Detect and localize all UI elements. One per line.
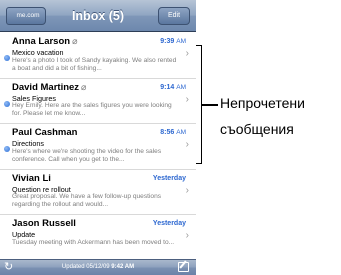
updated-date: 05/12/09 bbox=[86, 264, 110, 270]
message-sender: David Martinez ⌀ bbox=[12, 82, 86, 93]
updated-status: Updated 05/12/09 9:42 AM bbox=[30, 260, 166, 275]
chevron-right-icon: › bbox=[185, 230, 189, 242]
message-list: Anna Larson ⌀ 9:39 AM Mexico vacation Here's… bbox=[0, 33, 196, 261]
refresh-icon[interactable]: ↻ bbox=[4, 260, 13, 275]
time-value: Yesterday bbox=[152, 220, 186, 228]
navigation-bar: me.com Inbox (5) Edit bbox=[0, 0, 196, 32]
message-time: 8:56 AM bbox=[160, 129, 186, 136]
message-time: 9:39 AM bbox=[160, 38, 186, 45]
message-sender: Anna Larson ⌀ bbox=[12, 36, 77, 47]
message-row[interactable]: David Martinez ⌀ 9:14 AM Sales Figures Hey E… bbox=[0, 78, 196, 125]
message-sender: Vivian Li bbox=[12, 173, 51, 184]
sender-name: David Martinez bbox=[12, 81, 80, 93]
message-preview: Great proposal. We have a few follow-up … bbox=[12, 193, 162, 209]
unread-dot-icon bbox=[4, 100, 10, 107]
chevron-right-icon: › bbox=[185, 139, 189, 151]
message-row[interactable]: Anna Larson ⌀ 9:39 AM Mexico vacation Here's… bbox=[0, 33, 196, 79]
time-ampm: AM bbox=[176, 83, 186, 91]
callout-line-2: съобщения bbox=[220, 121, 294, 137]
time-ampm: AM bbox=[176, 129, 186, 137]
sender-name: Jason Russell bbox=[12, 218, 76, 230]
paperclip-icon: ⌀ bbox=[81, 81, 87, 92]
message-row[interactable]: Paul Cashman 8:56 AM Directions Here's wher… bbox=[0, 124, 196, 170]
sender-name: Paul Cashman bbox=[12, 127, 78, 139]
mail-inbox-screen: me.com Inbox (5) Edit Anna Larson ⌀ 9:39 A… bbox=[0, 0, 196, 275]
compose-icon[interactable] bbox=[178, 262, 189, 272]
bracket-pointer-line bbox=[202, 104, 218, 106]
message-sender: Paul Cashman bbox=[12, 127, 77, 138]
message-sender: Jason Russell bbox=[12, 218, 76, 229]
message-preview: Tuesday meeting with Ackermann has been … bbox=[12, 238, 175, 246]
message-preview: Here's where we're shooting the video fo… bbox=[12, 147, 162, 163]
callout-line-1: Непрочетени bbox=[220, 95, 305, 111]
edit-button[interactable]: Edit bbox=[158, 7, 190, 25]
time-ampm: AM bbox=[176, 38, 186, 45]
message-row[interactable]: Jason Russell Yesterday Update Tuesday meet… bbox=[0, 215, 196, 261]
time-value: 9:14 bbox=[160, 83, 175, 91]
page-title: Inbox (5) bbox=[71, 9, 125, 23]
sender-name: Vivian Li bbox=[12, 172, 51, 184]
updated-label: Updated bbox=[61, 264, 85, 270]
message-preview: Here's a photo I took of Sandy kayaking.… bbox=[12, 56, 177, 72]
message-time: Yesterday bbox=[153, 220, 186, 227]
time-value: Yesterday bbox=[152, 174, 186, 182]
time-value: 8:56 bbox=[160, 129, 175, 137]
chevron-right-icon: › bbox=[185, 48, 189, 59]
message-row[interactable]: Vivian Li Yesterday Question re rollout Gre… bbox=[0, 169, 196, 216]
message-preview: Hey Emily. Here are the sales figures yo… bbox=[12, 102, 172, 118]
callout-label: Непрочетени съобщения bbox=[220, 90, 341, 142]
unread-dot-icon bbox=[4, 146, 10, 153]
chevron-right-icon: › bbox=[185, 184, 189, 196]
bottom-toolbar: ↻ Updated 05/12/09 9:42 AM bbox=[0, 259, 196, 275]
sender-name: Anna Larson bbox=[12, 36, 71, 47]
back-button[interactable]: me.com bbox=[6, 7, 46, 25]
message-time: 9:14 AM bbox=[160, 84, 186, 91]
message-time: Yesterday bbox=[153, 175, 186, 182]
unread-dot-icon bbox=[4, 55, 10, 61]
paperclip-icon: ⌀ bbox=[72, 36, 78, 46]
updated-time: 9:42 AM bbox=[111, 264, 135, 270]
chevron-right-icon: › bbox=[185, 93, 189, 105]
time-value: 9:39 bbox=[160, 38, 175, 45]
